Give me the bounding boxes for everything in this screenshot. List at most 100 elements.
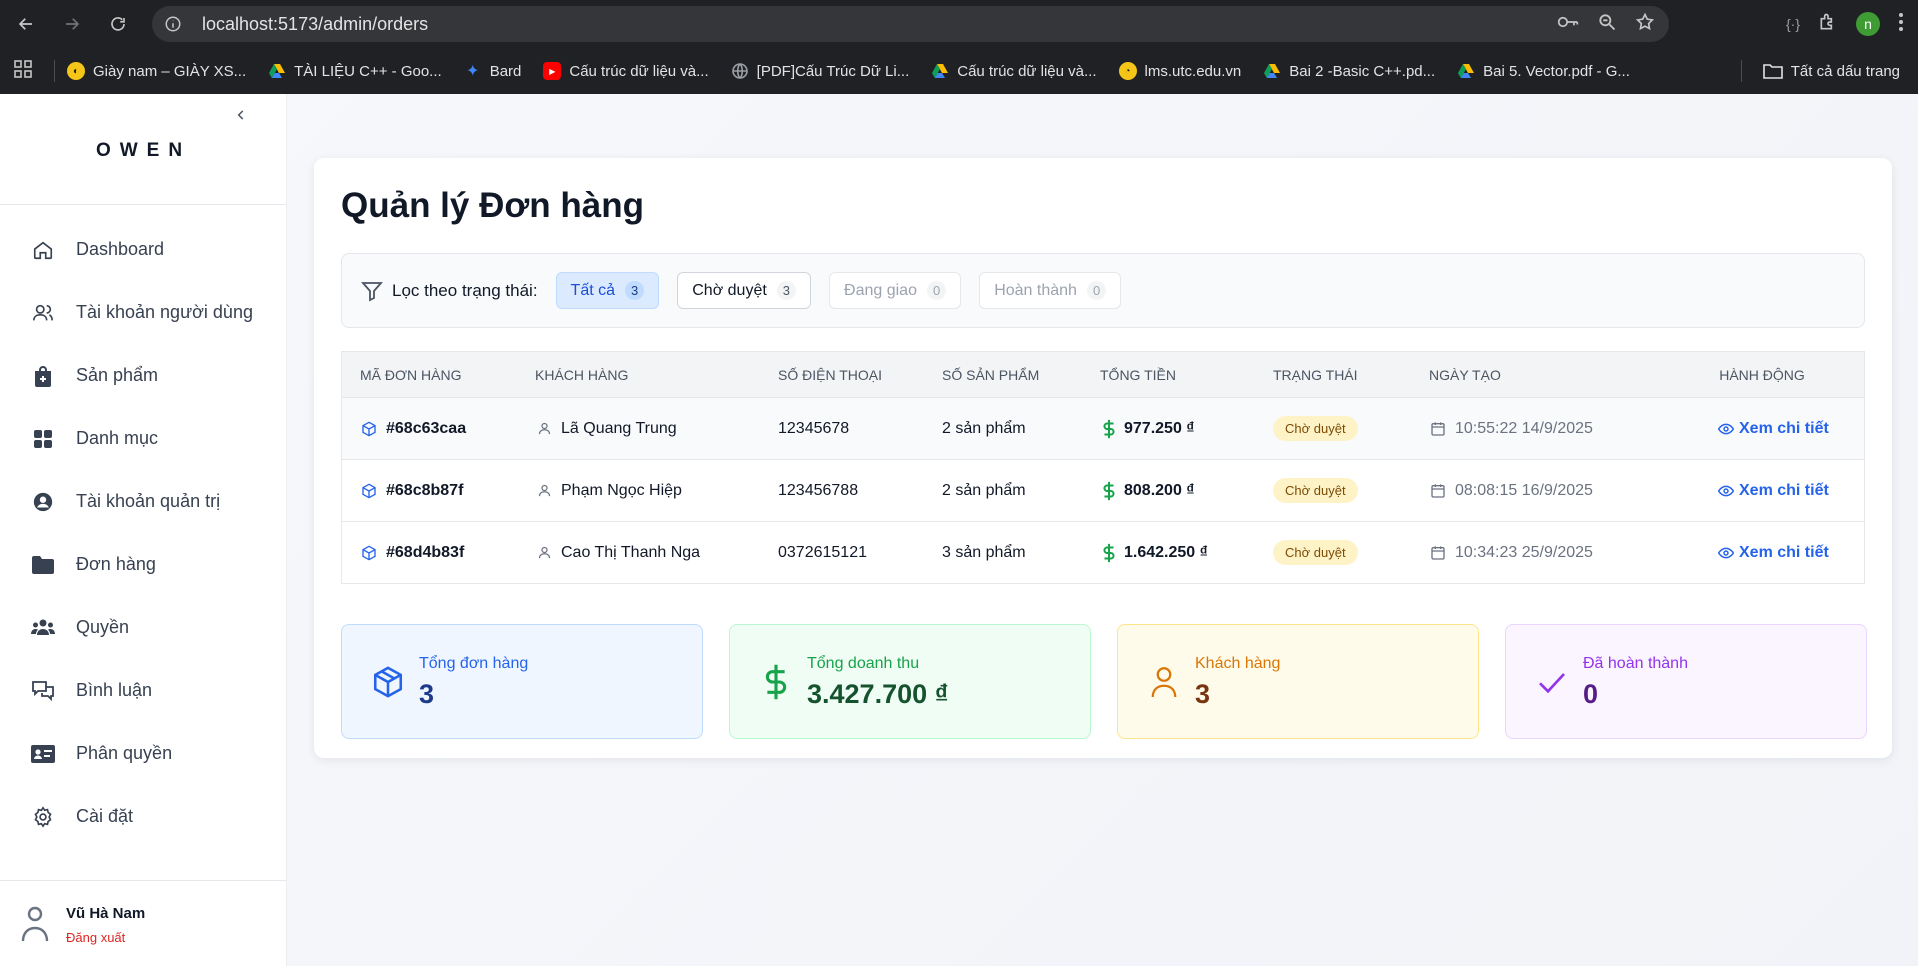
sidebar-item-comments[interactable]: Bình luận bbox=[0, 659, 287, 722]
column-header-status[interactable]: TRẠNG THÁI bbox=[1273, 352, 1358, 397]
column-header-products[interactable]: SỐ SẢN PHẨM bbox=[942, 352, 1039, 397]
stat-label: Tổng đơn hàng bbox=[419, 655, 529, 672]
folder-icon bbox=[1762, 63, 1783, 79]
bookmark-item[interactable]: ▶ Cấu trúc dữ liệu và... bbox=[543, 62, 709, 80]
sidebar-item-admin-accounts[interactable]: Tài khoản quản trị bbox=[0, 470, 287, 533]
created-date-cell: 08:08:15 16/9/2025 bbox=[1429, 460, 1593, 521]
address-bar[interactable]: localhost:5173/admin/orders bbox=[152, 6, 1669, 42]
phone-cell: 0372615121 bbox=[778, 543, 867, 561]
stat-card-total-orders: Tổng đơn hàng 3 bbox=[341, 624, 703, 739]
stat-value: 0 bbox=[1583, 679, 1599, 709]
zoom-icon[interactable] bbox=[1597, 12, 1617, 37]
sidebar-user-panel: Vũ Hà Nam Đăng xuất bbox=[0, 880, 287, 966]
created-date-cell: 10:55:22 14/9/2025 bbox=[1429, 398, 1593, 459]
bookmark-item[interactable]: TÀI LIỆU C++ - Goo... bbox=[268, 62, 442, 80]
status-badge: Chờ duyệt bbox=[1273, 478, 1358, 503]
table-header: MÃ ĐƠN HÀNG KHÁCH HÀNG SỐ ĐIỆN THOẠI SỐ … bbox=[342, 352, 1864, 397]
stat-card-completed: Đã hoàn thành 0 bbox=[1505, 624, 1867, 739]
back-button[interactable] bbox=[6, 4, 46, 44]
home-icon bbox=[30, 237, 56, 263]
sidebar-item-products[interactable]: Sản phẩm bbox=[0, 344, 287, 407]
all-bookmarks-folder[interactable]: Tất cả dấu trang bbox=[1762, 48, 1900, 94]
column-header-customer[interactable]: KHÁCH HÀNG bbox=[535, 352, 628, 397]
calendar-icon bbox=[1429, 544, 1447, 562]
dollar-icon bbox=[758, 663, 794, 701]
google-drive-icon bbox=[268, 62, 286, 80]
sidebar-item-permissions[interactable]: Quyền bbox=[0, 596, 287, 659]
users-icon bbox=[30, 300, 56, 326]
column-header-phone[interactable]: SỐ ĐIỆN THOẠI bbox=[778, 352, 882, 397]
user-circle-icon bbox=[30, 489, 56, 515]
browser-toolbar: localhost:5173/admin/orders {·} n bbox=[0, 0, 1918, 48]
forward-button[interactable] bbox=[52, 4, 92, 44]
table-row: #68c8b87f Phạm Ngọc Hiệp 123456788 2 sản… bbox=[342, 459, 1864, 521]
bookmark-item[interactable]: [PDF]Cấu Trúc Dữ Li... bbox=[731, 62, 909, 80]
calendar-icon bbox=[1429, 482, 1447, 500]
sidebar-divider bbox=[0, 204, 287, 205]
products-count-cell: 3 sản phẩm bbox=[942, 543, 1026, 561]
stat-value: 3 bbox=[1195, 679, 1211, 709]
stat-label: Đã hoàn thành bbox=[1583, 655, 1688, 672]
dollar-icon bbox=[1100, 543, 1118, 562]
grid-icon bbox=[30, 426, 56, 452]
reload-button[interactable] bbox=[98, 4, 138, 44]
extensions-puzzle-icon[interactable] bbox=[1818, 12, 1838, 37]
filter-icon bbox=[360, 279, 384, 303]
sidebar-item-dashboard[interactable]: Dashboard bbox=[0, 218, 287, 281]
site-info-icon[interactable] bbox=[162, 13, 184, 35]
status-filter-bar: Lọc theo trạng thái: Tất cả 3 Chờ duyệt 3 … bbox=[341, 253, 1865, 328]
sidebar-item-categories[interactable]: Danh mục bbox=[0, 407, 287, 470]
google-drive-icon bbox=[931, 62, 949, 80]
group-icon bbox=[30, 615, 56, 641]
view-details-link[interactable]: Xem chi tiết bbox=[1717, 522, 1829, 583]
bookmark-item[interactable]: Bai 5. Vector.pdf - G... bbox=[1457, 62, 1630, 80]
phone-cell: 123456788 bbox=[778, 481, 859, 499]
bookmark-item[interactable]: Bai 2 -Basic C++.pd... bbox=[1263, 62, 1435, 80]
folder-icon bbox=[30, 552, 56, 578]
order-id-cell: #68d4b83f bbox=[360, 522, 464, 583]
order-id-cell: #68c63caa bbox=[360, 398, 466, 459]
extension-braces-icon[interactable]: {·} bbox=[1786, 16, 1800, 32]
filter-chip-shipping[interactable]: Đang giao 0 bbox=[829, 272, 962, 309]
status-badge: Chờ duyệt bbox=[1273, 416, 1358, 441]
apps-grid-icon[interactable] bbox=[14, 59, 36, 83]
sidebar-item-settings[interactable]: Cài đặt bbox=[0, 785, 287, 848]
sidebar-item-user-accounts[interactable]: Tài khoản người dùng bbox=[0, 281, 287, 344]
created-date-cell: 10:34:23 25/9/2025 bbox=[1429, 522, 1593, 583]
bookmark-star-icon[interactable] bbox=[1635, 12, 1655, 37]
column-header-created-date[interactable]: NGÀY TẠO bbox=[1429, 352, 1501, 397]
collapse-sidebar-button[interactable] bbox=[230, 104, 252, 126]
total-cell: 977.250 ₫ bbox=[1100, 398, 1195, 459]
brand-logo[interactable]: OWEN bbox=[0, 140, 287, 162]
logout-link[interactable]: Đăng xuất bbox=[66, 930, 125, 945]
status-cell: Chờ duyệt bbox=[1273, 460, 1358, 521]
bookmark-item[interactable]: ✦ Bard bbox=[464, 62, 521, 81]
stat-label: Khách hàng bbox=[1195, 655, 1281, 672]
profile-avatar[interactable]: n bbox=[1856, 12, 1880, 36]
stat-value: 3 bbox=[419, 679, 435, 709]
user-avatar-icon bbox=[20, 905, 50, 945]
dollar-icon bbox=[1100, 481, 1118, 500]
customer-cell: Phạm Ngọc Hiệp bbox=[535, 460, 682, 521]
url-text[interactable]: localhost:5173/admin/orders bbox=[202, 14, 428, 35]
google-drive-icon bbox=[1263, 62, 1281, 80]
filter-chip-completed[interactable]: Hoàn thành 0 bbox=[979, 272, 1122, 309]
view-details-link[interactable]: Xem chi tiết bbox=[1717, 460, 1829, 521]
filter-chip-pending[interactable]: Chờ duyệt 3 bbox=[677, 272, 812, 309]
bookmark-item[interactable]: ◔ lms.utc.edu.vn bbox=[1118, 62, 1241, 80]
status-cell: Chờ duyệt bbox=[1273, 398, 1358, 459]
sidebar-item-role-assignment[interactable]: Phân quyền bbox=[0, 722, 287, 785]
customer-cell: Cao Thị Thanh Nga bbox=[535, 522, 700, 583]
column-header-order-id[interactable]: MÃ ĐƠN HÀNG bbox=[360, 352, 461, 397]
column-header-total[interactable]: TỔNG TIỀN bbox=[1100, 352, 1176, 397]
column-header-action: HÀNH ĐỘNG bbox=[1719, 366, 1805, 383]
filter-chip-all[interactable]: Tất cả 3 bbox=[555, 272, 660, 309]
bookmark-item[interactable]: ◐ Giày nam – GIÀY XS... bbox=[67, 62, 246, 80]
sidebar-item-orders[interactable]: Đơn hàng bbox=[0, 533, 287, 596]
bookmark-item[interactable]: Cấu trúc dữ liệu và... bbox=[931, 62, 1097, 80]
password-key-icon[interactable] bbox=[1557, 14, 1579, 35]
more-menu-icon[interactable] bbox=[1898, 12, 1904, 37]
bookmarks-separator bbox=[54, 60, 55, 82]
view-details-link[interactable]: Xem chi tiết bbox=[1717, 398, 1829, 459]
products-count-cell: 2 sản phẩm bbox=[942, 419, 1026, 437]
